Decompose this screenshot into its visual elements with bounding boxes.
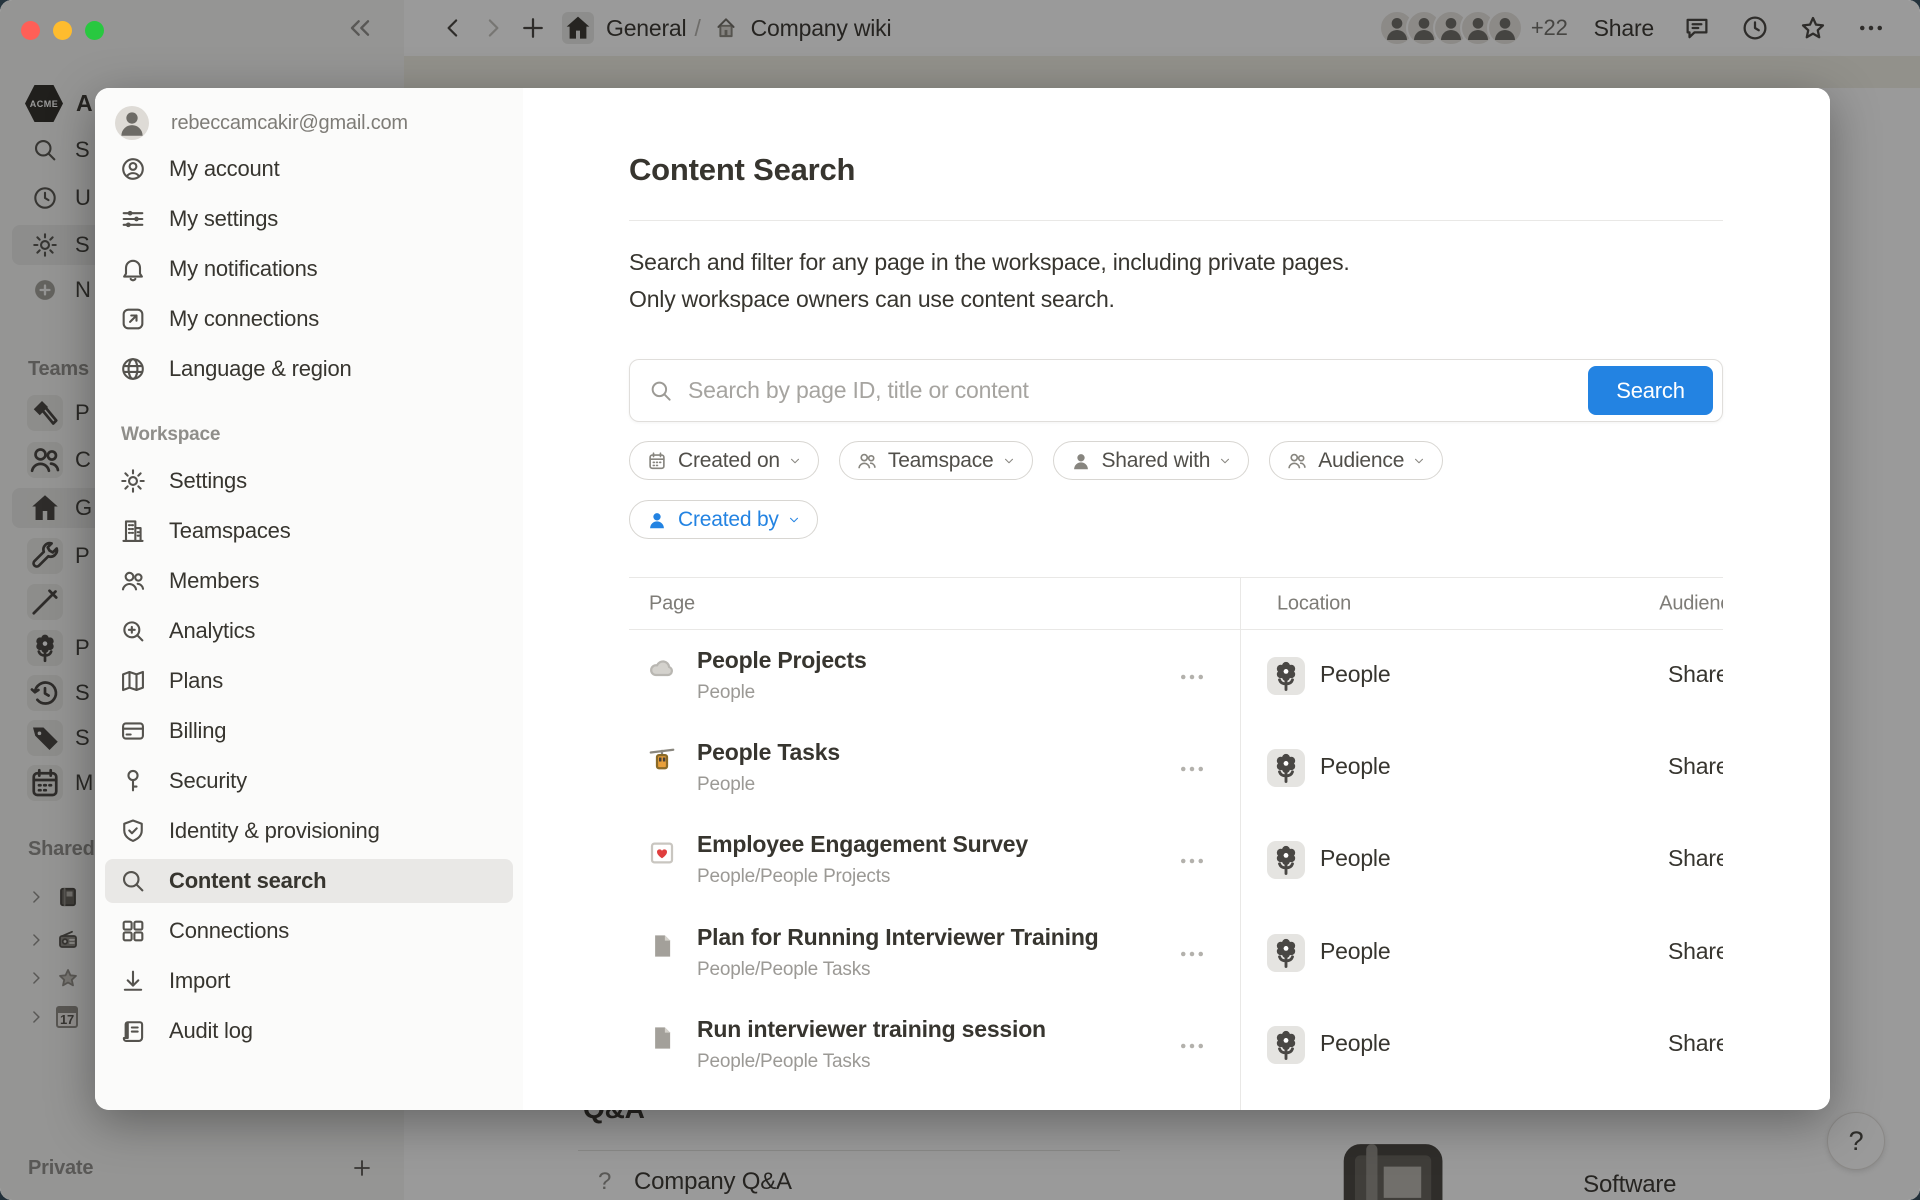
scroll-icon <box>119 1017 147 1045</box>
column-header-audience[interactable]: Audience <box>1659 592 1723 615</box>
menu-item-content-search[interactable]: Content search <box>95 856 523 906</box>
menu-item-my-account[interactable]: My account <box>95 144 523 194</box>
people-icon <box>1286 450 1308 472</box>
bell-icon <box>119 255 147 283</box>
settings-menu: rebeccamcakir@gmail.com My account My se… <box>95 88 523 1110</box>
search-icon <box>648 378 674 404</box>
teamspace-flower-icon <box>1267 657 1305 695</box>
page-icon <box>647 1023 677 1053</box>
key-icon <box>119 767 147 795</box>
active-filter-row: Created by <box>629 500 818 539</box>
menu-item-import[interactable]: Import <box>95 956 523 1006</box>
search-icon <box>119 867 147 895</box>
menu-item-billing[interactable]: Billing <box>95 706 523 756</box>
table-row[interactable]: Run interviewer training session People/… <box>629 999 1723 1091</box>
menu-item-plans[interactable]: Plans <box>95 656 523 706</box>
table-header: Page Location Audience <box>629 577 1723 630</box>
account-header: rebeccamcakir@gmail.com <box>95 102 523 144</box>
row-menu-icon[interactable] <box>1177 846 1207 876</box>
menu-item-language-region[interactable]: Language & region <box>95 344 523 394</box>
account-email: rebeccamcakir@gmail.com <box>171 112 408 135</box>
grid-icon <box>119 917 147 945</box>
minimize-window-button[interactable] <box>53 21 72 40</box>
chevron-down-icon <box>1412 454 1426 468</box>
shield-check-icon <box>119 817 147 845</box>
map-icon <box>119 667 147 695</box>
teamspace-flower-icon <box>1267 934 1305 972</box>
menu-item-my-settings[interactable]: My settings <box>95 194 523 244</box>
row-menu-icon[interactable] <box>1177 754 1207 784</box>
window-controls <box>21 21 104 40</box>
globe-icon <box>119 355 147 383</box>
calendar-icon <box>646 450 668 472</box>
menu-item-teamspaces[interactable]: Teamspaces <box>95 506 523 556</box>
table-row[interactable]: People Projects People People Shared <box>629 630 1723 722</box>
settings-modal: rebeccamcakir@gmail.com My account My se… <box>95 88 1830 1110</box>
column-header-page[interactable]: Page <box>649 592 695 615</box>
gear-icon <box>119 467 147 495</box>
row-menu-icon[interactable] <box>1177 662 1207 692</box>
download-icon <box>119 967 147 995</box>
filter-created-on[interactable]: Created on <box>629 441 819 480</box>
search-input[interactable]: Search by page ID, title or content <box>688 377 1588 404</box>
chevron-down-icon <box>1218 454 1232 468</box>
filter-audience[interactable]: Audience <box>1269 441 1443 480</box>
chevron-down-icon <box>788 454 802 468</box>
menu-item-connections[interactable]: Connections <box>95 906 523 956</box>
menu-item-my-notifications[interactable]: My notifications <box>95 244 523 294</box>
column-header-location[interactable]: Location <box>1277 592 1351 615</box>
menu-item-settings[interactable]: Settings <box>95 456 523 506</box>
workspace-section-header: Workspace <box>121 424 523 446</box>
app-window: ACME A S U S N Teams P C <box>0 0 1920 1200</box>
magnifier-plus-icon <box>119 617 147 645</box>
sliders-icon <box>119 205 147 233</box>
menu-item-my-connections[interactable]: My connections <box>95 294 523 344</box>
search-button[interactable]: Search <box>1588 366 1713 415</box>
teamspace-flower-icon <box>1267 749 1305 787</box>
person-circle-icon <box>119 155 147 183</box>
teamspace-flower-icon <box>1267 1026 1305 1064</box>
menu-item-members[interactable]: Members <box>95 556 523 606</box>
chevron-down-icon <box>787 513 801 527</box>
table-row[interactable]: Plan for Running Interviewer Training Pe… <box>629 907 1723 999</box>
filter-teamspace[interactable]: Teamspace <box>839 441 1033 480</box>
teamspace-flower-icon <box>1267 841 1305 879</box>
person-icon <box>1070 450 1092 472</box>
people-icon <box>856 450 878 472</box>
divider <box>629 220 1723 221</box>
building-icon <box>119 517 147 545</box>
love-letter-icon <box>647 838 677 868</box>
menu-item-security[interactable]: Security <box>95 756 523 806</box>
people-icon <box>119 567 147 595</box>
zoom-window-button[interactable] <box>85 21 104 40</box>
menu-item-audit-log[interactable]: Audit log <box>95 1006 523 1056</box>
page-title: Content Search <box>629 152 855 188</box>
table-row[interactable]: Employee Engagement Survey People/People… <box>629 814 1723 906</box>
link-out-icon <box>119 305 147 333</box>
content-search-bar[interactable]: Search by page ID, title or content Sear… <box>629 359 1723 422</box>
filter-created-by[interactable]: Created by <box>629 500 818 539</box>
filter-chips-row: Created on Teamspace Shared with Audienc… <box>629 441 1443 480</box>
page-description: Search and filter for any page in the wo… <box>629 244 1569 318</box>
menu-item-identity-provisioning[interactable]: Identity & provisioning <box>95 806 523 856</box>
content-search-panel: Content Search Search and filter for any… <box>523 88 1830 1110</box>
row-menu-icon[interactable] <box>1177 1031 1207 1061</box>
credit-card-icon <box>119 717 147 745</box>
results-table: Page Location Audience People Projects P… <box>629 566 1723 1110</box>
user-avatar <box>115 106 149 140</box>
menu-item-analytics[interactable]: Analytics <box>95 606 523 656</box>
close-window-button[interactable] <box>21 21 40 40</box>
cloud-icon <box>647 654 677 684</box>
filter-shared-with[interactable]: Shared with <box>1053 441 1250 480</box>
cable-car-icon <box>647 746 677 776</box>
row-menu-icon[interactable] <box>1177 939 1207 969</box>
person-icon <box>646 509 668 531</box>
table-row[interactable]: People Tasks People People Shared <box>629 722 1723 814</box>
chevron-down-icon <box>1002 454 1016 468</box>
page-icon <box>647 931 677 961</box>
